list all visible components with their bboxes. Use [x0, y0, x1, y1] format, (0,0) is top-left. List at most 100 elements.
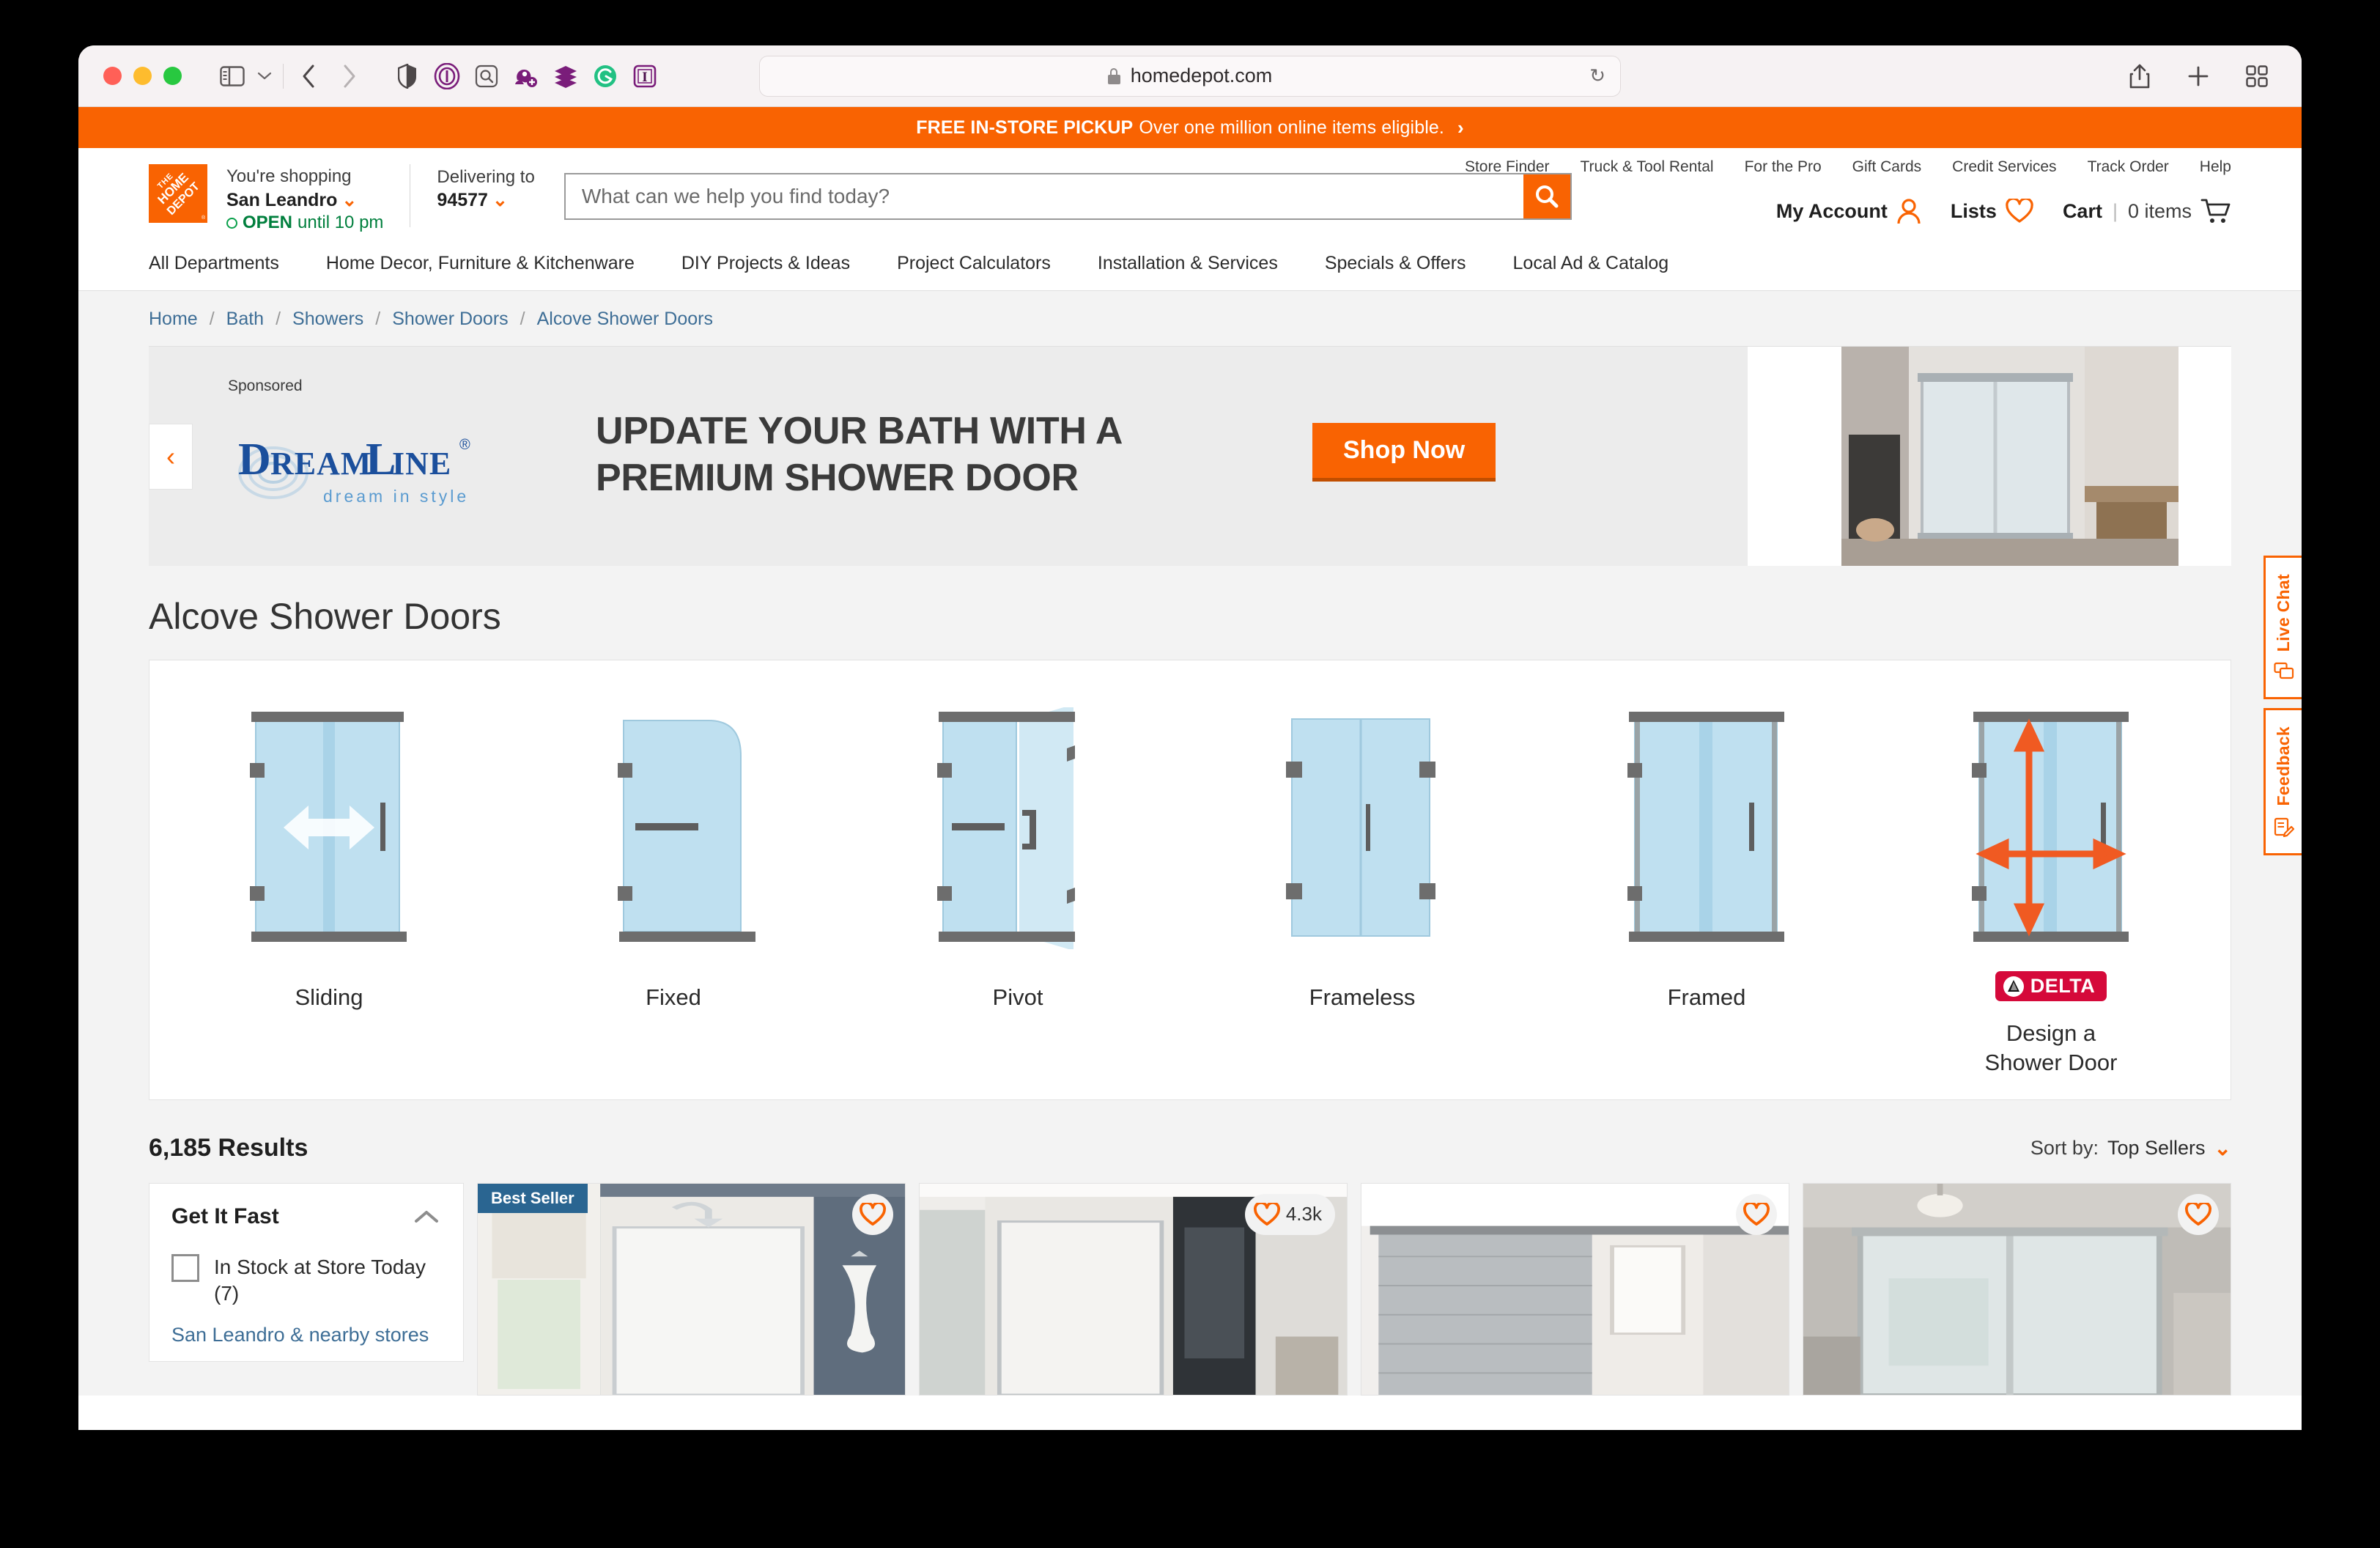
shield-icon[interactable] — [388, 56, 427, 96]
nav-diy-projects[interactable]: DIY Projects & Ideas — [681, 253, 850, 274]
clipboard-pencil-icon — [2274, 817, 2294, 837]
delta-brand-text: DELTA — [2030, 975, 2096, 998]
in-stock-checkbox[interactable] — [171, 1253, 199, 1282]
promo-banner[interactable]: FREE IN-STORE PICKUP Over one million on… — [78, 107, 2302, 148]
category-label-frameless: Frameless — [1309, 984, 1416, 1011]
sponsored-ad-banner[interactable]: ‹ Sponsored D REAM L INE ® dream in styl… — [149, 346, 2231, 567]
favorite-button[interactable] — [1736, 1193, 1777, 1235]
grammarly-icon[interactable] — [585, 56, 625, 96]
sidebar-toggle-icon[interactable] — [212, 56, 252, 96]
browser-nav-icons: I — [212, 56, 665, 96]
new-tab-icon[interactable] — [2178, 56, 2218, 96]
person-icon — [1897, 199, 1921, 224]
favorite-button[interactable] — [852, 1193, 893, 1235]
delivery-info[interactable]: Delivering to 94577 ⌄ — [437, 164, 534, 213]
breadcrumb-home[interactable]: Home — [149, 309, 198, 330]
italic-extension-icon[interactable]: I — [625, 56, 665, 96]
nav-local-ad-catalog[interactable]: Local Ad & Catalog — [1513, 253, 1669, 274]
live-chat-tab[interactable]: Live Chat — [2263, 556, 2302, 700]
window-controls[interactable] — [103, 67, 182, 85]
page-viewport: FREE IN-STORE PICKUP Over one million on… — [78, 107, 2302, 1430]
product-card[interactable]: 4.3k — [919, 1182, 1348, 1396]
utility-link-track-order[interactable]: Track Order — [2088, 158, 2169, 176]
cart-button[interactable]: Cart | 0 items — [2063, 198, 2231, 224]
ad-photo-bathroom-image — [1841, 347, 2178, 567]
home-depot-logo[interactable]: THE HOME DEPOT ® — [149, 164, 207, 223]
forward-icon[interactable] — [329, 56, 369, 96]
utility-link-truck-tool-rental[interactable]: Truck & Tool Rental — [1581, 158, 1714, 176]
minimize-window-button[interactable] — [133, 67, 152, 85]
nav-installation-services[interactable]: Installation & Services — [1098, 253, 1278, 274]
store-info[interactable]: You're shopping San Leandro ⌄ OPEN until … — [226, 164, 383, 234]
category-tile-pivot[interactable]: Pivot — [860, 685, 1175, 1077]
utility-nav: Store Finder Truck & Tool Rental For the… — [1465, 158, 2231, 176]
category-label-sliding: Sliding — [295, 984, 363, 1011]
filter-option-in-stock[interactable]: In Stock at Store Today (7) — [171, 1253, 441, 1308]
utility-link-credit-services[interactable]: Credit Services — [1952, 158, 2056, 176]
breadcrumb-shower-doors[interactable]: Shower Doors — [392, 309, 508, 330]
delivery-chevron-icon[interactable]: ⌄ — [492, 190, 508, 210]
favorite-button-with-count[interactable]: 4.3k — [1244, 1193, 1335, 1235]
search-extension-icon[interactable] — [467, 56, 506, 96]
chevron-up-icon[interactable] — [412, 1208, 441, 1226]
sort-chevron-down-icon[interactable]: ⌄ — [2214, 1136, 2231, 1160]
live-chat-label: Live Chat — [2274, 574, 2293, 652]
product-image — [478, 1183, 905, 1395]
chevron-down-icon[interactable] — [252, 56, 277, 96]
browser-window: I homedepot.com ↻ FREE IN-STORE PICKUP O… — [78, 45, 2302, 1430]
buffer-layers-icon[interactable] — [546, 56, 585, 96]
product-image — [1361, 1183, 1789, 1395]
back-icon[interactable] — [289, 56, 329, 96]
ad-prev-button[interactable]: ‹ — [149, 423, 193, 490]
favorite-button[interactable] — [2178, 1193, 2219, 1235]
search-bar[interactable] — [563, 173, 1572, 220]
category-label-pivot: Pivot — [992, 984, 1043, 1011]
sort-dropdown[interactable]: Sort by: Top Sellers ⌄ — [2030, 1136, 2231, 1160]
utility-link-store-finder[interactable]: Store Finder — [1465, 158, 1550, 176]
honey-icon[interactable] — [506, 56, 546, 96]
filter-panel-header[interactable]: Get It Fast — [171, 1204, 441, 1229]
reload-icon[interactable]: ↻ — [1589, 64, 1605, 87]
product-card[interactable] — [1361, 1182, 1789, 1396]
product-card[interactable] — [1803, 1182, 2231, 1396]
chat-bubbles-icon — [2273, 663, 2294, 679]
nav-project-calculators[interactable]: Project Calculators — [897, 253, 1051, 274]
breadcrumb-alcove-shower-doors[interactable]: Alcove Shower Doors — [537, 309, 713, 330]
utility-link-help[interactable]: Help — [2200, 158, 2231, 176]
store-chevron-icon[interactable]: ⌄ — [341, 190, 357, 210]
heart-icon — [860, 1202, 886, 1226]
lock-icon — [1107, 67, 1120, 84]
utility-link-for-the-pro[interactable]: For the Pro — [1745, 158, 1822, 176]
maximize-window-button[interactable] — [163, 67, 182, 85]
category-tile-framed[interactable]: Framed — [1548, 685, 1864, 1077]
address-bar[interactable]: homedepot.com ↻ — [759, 55, 1621, 97]
header-top-row: THE HOME DEPOT ® You're shopping San Lea… — [78, 148, 2302, 234]
delta-logo-icon — [2003, 976, 2024, 997]
breadcrumb-bath[interactable]: Bath — [226, 309, 264, 330]
category-tile-design-a-shower-door[interactable]: DELTA Design a Shower Door — [1893, 685, 2209, 1077]
nearby-stores-link[interactable]: San Leandro & nearby stores — [171, 1324, 441, 1346]
search-button[interactable] — [1523, 174, 1570, 218]
ad-shop-now-button[interactable]: Shop Now — [1312, 423, 1496, 482]
nav-all-departments[interactable]: All Departments — [149, 253, 279, 274]
breadcrumb-showers[interactable]: Showers — [292, 309, 363, 330]
lists-button[interactable]: Lists — [1951, 199, 2033, 224]
sort-value: Top Sellers — [2107, 1136, 2206, 1159]
my-account-button[interactable]: My Account — [1776, 198, 1921, 224]
privacy-badger-icon[interactable] — [427, 56, 467, 96]
category-tile-sliding[interactable]: Sliding — [171, 685, 487, 1077]
product-card[interactable]: Best Seller — [477, 1182, 906, 1396]
ad-headline-line1: UPDATE YOUR BATH WITH A — [596, 410, 1123, 453]
search-input[interactable] — [565, 174, 1523, 218]
category-tile-frameless[interactable]: Frameless — [1204, 685, 1520, 1077]
svg-text:REAM: REAM — [270, 446, 372, 482]
results-header: 6,185 Results Sort by: Top Sellers ⌄ — [149, 1100, 2231, 1183]
category-tile-fixed[interactable]: Fixed — [515, 685, 831, 1077]
nav-home-decor[interactable]: Home Decor, Furniture & Kitchenware — [326, 253, 635, 274]
nav-specials-offers[interactable]: Specials & Offers — [1325, 253, 1466, 274]
feedback-tab[interactable]: Feedback — [2263, 708, 2302, 855]
utility-link-gift-cards[interactable]: Gift Cards — [1852, 158, 1922, 176]
share-icon[interactable] — [2120, 56, 2159, 96]
close-window-button[interactable] — [103, 67, 122, 85]
tab-overview-icon[interactable] — [2237, 56, 2277, 96]
